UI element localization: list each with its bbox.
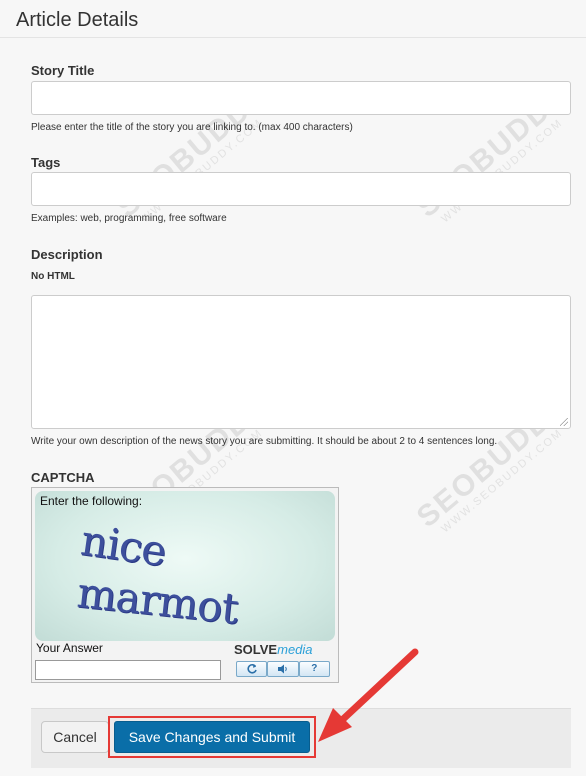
help-icon[interactable]: ?	[298, 661, 330, 677]
captcha-prompt: Enter the following:	[40, 494, 143, 508]
description-label: Description	[31, 247, 103, 262]
description-sublabel: No HTML	[31, 271, 75, 282]
watermark-sub: WWW.SEOBUDDY.COM	[439, 116, 566, 226]
submit-button[interactable]: Save Changes and Submit	[114, 721, 310, 753]
description-help: Write your own description of the news s…	[31, 436, 498, 447]
captcha-widget: Enter the following: nice marmot Your An…	[31, 487, 339, 683]
captcha-answer-input[interactable]	[35, 660, 221, 680]
refresh-icon[interactable]	[236, 661, 268, 677]
captcha-word-1: nice	[78, 515, 169, 576]
page-title: Article Details	[16, 9, 139, 31]
captcha-label: CAPTCHA	[31, 470, 95, 485]
story-title-label: Story Title	[31, 63, 95, 78]
tags-input[interactable]	[31, 172, 571, 206]
solve-media-logo: SOLVEmedia	[234, 642, 313, 657]
captcha-answer-label: Your Answer	[36, 641, 103, 655]
solve-media-brand-media: media	[277, 642, 313, 657]
cancel-button[interactable]: Cancel	[41, 721, 109, 753]
solve-media-brand-solve: SOLVE	[234, 642, 278, 657]
resize-handle-icon[interactable]	[560, 418, 568, 426]
captcha-controls: ?	[236, 661, 330, 677]
tags-help: Examples: web, programming, free softwar…	[31, 213, 227, 224]
title-divider	[0, 37, 586, 38]
captcha-image: Enter the following: nice marmot	[35, 491, 335, 641]
story-title-help: Please enter the title of the story you …	[31, 122, 353, 133]
audio-icon[interactable]	[267, 661, 299, 677]
description-textarea[interactable]	[31, 295, 571, 429]
captcha-word-2: marmot	[74, 567, 241, 634]
tags-label: Tags	[31, 155, 61, 170]
story-title-input[interactable]	[31, 81, 571, 115]
